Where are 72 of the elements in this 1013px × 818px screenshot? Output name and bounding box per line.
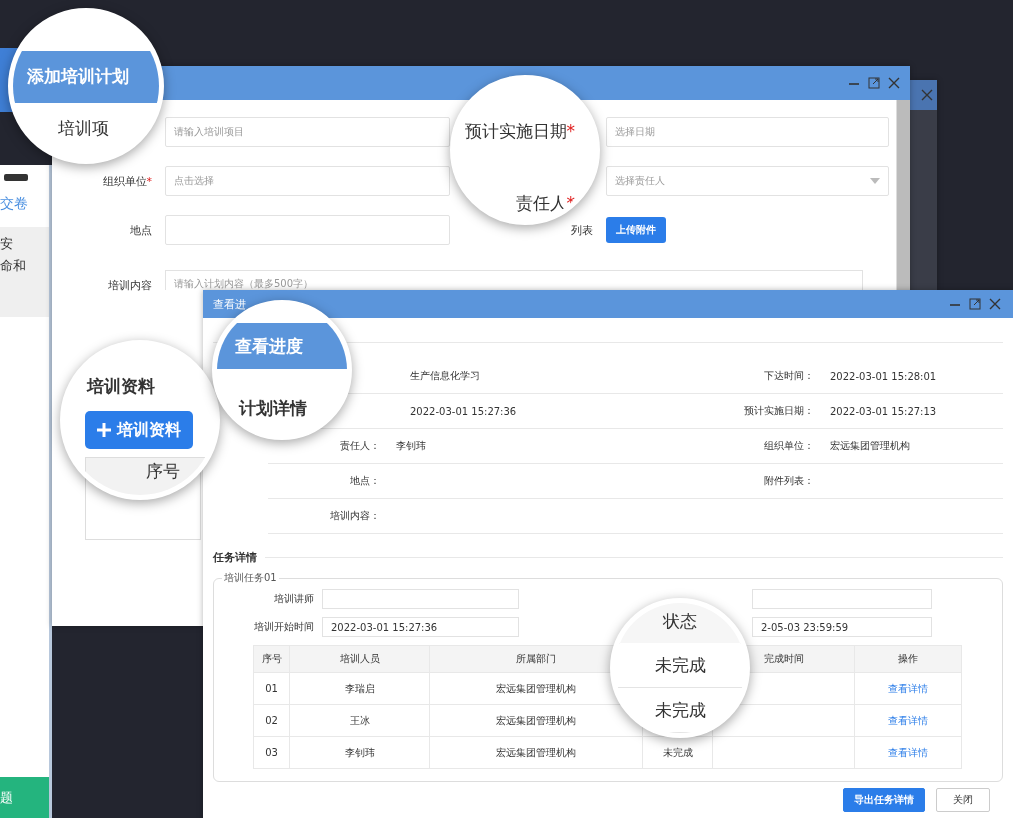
export-button[interactable]: 导出任务详情 [843,788,925,812]
detail-value: 2022-03-01 15:28:01 [830,370,938,382]
close-icon[interactable] [921,89,933,101]
column-header: 状态 [663,609,697,633]
detail-value: 2022-03-01 15:27:36 [409,405,518,417]
column-header: 序号 [146,461,180,481]
detail-value: 2022-03-01 15:27:13 [830,405,938,417]
input-field[interactable] [752,589,932,609]
detail-label: 地点： [349,474,380,488]
close-button[interactable]: 关闭 [936,788,990,812]
window-title: 添加培训计划 [27,66,129,86]
close-icon[interactable] [989,298,1001,310]
maximize-icon[interactable] [868,77,880,89]
detail-label: 组织单位： [763,439,814,453]
plus-icon [97,423,111,437]
field-label: 预计实施日期* [464,121,575,141]
section-heading: 任务详情 [213,550,257,565]
detail-label: 附件列表： [763,474,814,488]
field-label: 培训讲师 [273,592,314,606]
section-heading: 培训资料 [87,376,155,396]
field-label: 培训内容 [107,278,152,293]
detail-value: 李钊玮 [396,439,427,453]
caret-icon [870,178,880,184]
input-field[interactable]: 2022-03-01 15:27:36 [322,617,519,637]
detail-label: 预计实施日期： [743,404,814,418]
task-title: 培训任务01 [223,571,278,585]
detail-label: 责任人： [339,439,380,453]
maximize-icon[interactable] [969,298,981,310]
view-details-link[interactable]: 查看详情 [888,746,928,758]
question-text: 命和 [0,257,27,275]
detail-value: 宏远集团管理机构 [830,439,911,453]
section-heading: 计划详情 [239,398,307,418]
table-cell: 李钊玮 [289,736,430,769]
table-cell: 01 [253,672,290,705]
detail-label: 培训内容： [329,509,380,523]
status-text: 未完成 [654,698,706,722]
field-label: 列表 [570,222,593,238]
table-cell: 02 [253,704,290,737]
input-field[interactable]: 2-05-03 23:59:59 [752,617,932,637]
scrollbar[interactable] [896,100,910,290]
window-title: 查看进度 [235,336,303,356]
detail-label: 下达时间： [763,369,814,383]
submit-link[interactable]: 交卷 [0,181,49,213]
input-field[interactable]: 请输入培训项目 [165,117,450,147]
column-header: 序号 [253,645,290,673]
view-details-link[interactable]: 查看详情 [888,714,928,726]
window-title: 查看进 [213,296,246,312]
table-cell: 03 [253,736,290,769]
view-details-link[interactable]: 查看详情 [888,682,928,694]
table-cell: 李瑞启 [289,672,430,705]
add-material-button[interactable]: 培训资料 [85,411,193,449]
battery-icon [4,174,28,181]
column-header: 培训人员 [289,645,430,673]
table-cell: 宏远集团管理机构 [429,736,643,769]
field-label: 组织单位* [101,173,152,189]
input-field[interactable] [322,589,519,609]
input-field[interactable] [165,215,450,245]
column-header: 操作 [854,645,962,673]
question-bar[interactable]: 题 [0,777,49,818]
upload-button[interactable]: 上传附件 [606,217,666,243]
field-label: 地点 [129,222,152,238]
field-label: 培训开始时间 [253,620,314,634]
close-icon[interactable] [888,77,900,89]
table-cell: 王冰 [289,704,430,737]
field-label: 培训项 [58,118,109,138]
status-text: 未完成 [654,653,706,677]
question-text: 安 [0,235,14,253]
question-label: 题 [0,788,13,807]
detail-value: 生产信息化学习 [409,369,481,383]
input-field[interactable]: 选择日期 [606,117,889,147]
input-field[interactable]: 点击选择 [165,166,450,196]
select-field[interactable]: 选择责任人 [606,166,889,196]
